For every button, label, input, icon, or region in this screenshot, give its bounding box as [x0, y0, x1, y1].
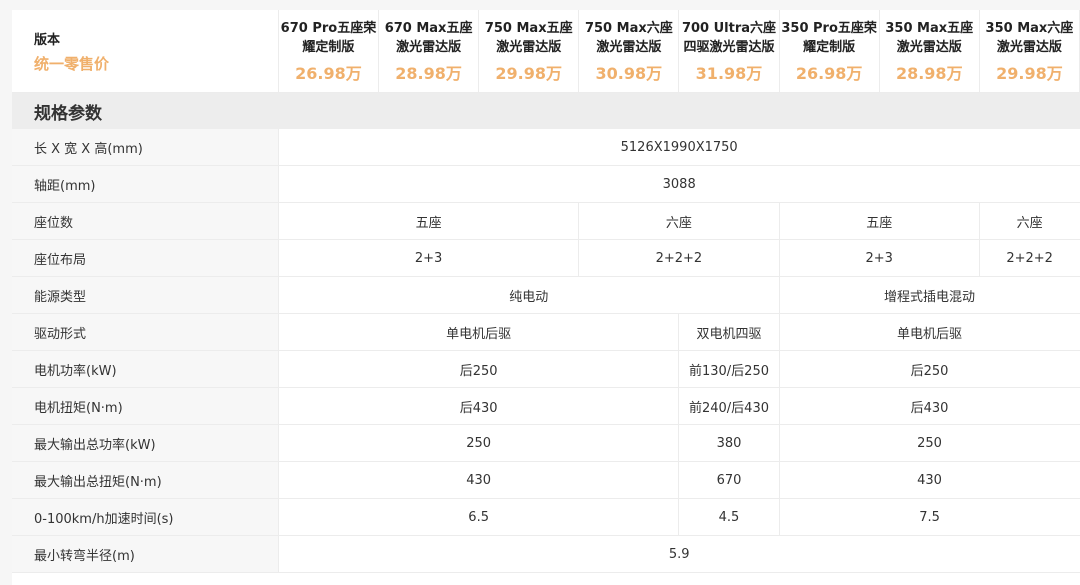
variant-header-2[interactable]: 750 Max五座激光雷达版 29.98万 [478, 10, 580, 93]
spec-row: 驱动形式 单电机后驱 双电机四驱 单电机后驱 [12, 313, 1080, 351]
spec-row: 电机扭矩(N·m) 后430 前240/后430 后430 [12, 387, 1080, 425]
spec-label: 电机功率(kW) [12, 350, 279, 388]
variant-header-4[interactable]: 700 Ultra六座四驱激光雷达版 31.98万 [678, 10, 780, 93]
spec-label: 驱动形式 [12, 313, 279, 351]
spec-row: 轴距(mm) 3088 [12, 165, 1080, 203]
spec-value: 六座 [578, 202, 780, 240]
variant-header-3[interactable]: 750 Max六座激光雷达版 30.98万 [578, 10, 680, 93]
spec-row: 0-100km/h加速时间(s) 6.5 4.5 7.5 [12, 498, 1080, 536]
spec-row: 座位布局 2+3 2+2+2 2+3 2+2+2 [12, 239, 1080, 277]
spec-value: 5126X1990X1750 [277, 129, 1080, 166]
spec-label: 能源类型 [12, 276, 279, 314]
spec-label: 轴距(mm) [12, 165, 279, 203]
variant-price: 28.98万 [895, 63, 963, 83]
spec-label: 电机扭矩(N·m) [12, 387, 279, 425]
spec-value: 单电机后驱 [277, 313, 679, 351]
version-label-cell: 版本 统一零售价 [12, 10, 279, 93]
spec-value: 后430 [277, 387, 679, 425]
spec-value: 3088 [277, 165, 1080, 203]
variant-name: 670 Max五座激光雷达版 [384, 20, 473, 55]
variant-name: 750 Max六座激光雷达版 [584, 20, 673, 55]
spec-value: 五座 [778, 202, 980, 240]
spec-value: 5.9 [277, 535, 1080, 573]
spec-value: 后250 [778, 350, 1080, 388]
variant-name: 750 Max五座激光雷达版 [484, 20, 573, 55]
variant-name: 350 Max五座激光雷达版 [885, 20, 974, 55]
variant-price: 26.98万 [795, 63, 863, 83]
spec-value: 增程式插电混动 [778, 276, 1080, 314]
variant-price: 28.98万 [395, 63, 462, 83]
variant-price: 29.98万 [495, 63, 563, 83]
spec-label: 0-100km/h加速时间(s) [12, 498, 279, 536]
spec-row: 最小转弯半径(m) 5.9 [12, 535, 1080, 573]
variant-price: 30.98万 [595, 63, 663, 83]
section-header-row: 规格参数 [12, 92, 1080, 129]
spec-value: 250 [277, 424, 679, 462]
spec-value: 430 [778, 461, 1080, 499]
variant-price: 26.98万 [295, 63, 362, 83]
spec-value: 六座 [978, 202, 1080, 240]
variant-header-1[interactable]: 670 Max五座激光雷达版 28.98万 [378, 10, 480, 93]
variant-header-0[interactable]: 670 Pro五座荣耀定制版 26.98万 [278, 10, 380, 93]
variant-price: 29.98万 [996, 63, 1063, 83]
spec-value: 670 [678, 461, 780, 499]
spec-value: 7.5 [778, 498, 1080, 536]
variant-name: 700 Ultra六座四驱激光雷达版 [681, 20, 777, 55]
spec-row: 能源类型 纯电动 增程式插电混动 [12, 276, 1080, 314]
spec-value: 前240/后430 [678, 387, 780, 425]
spec-label: 座位布局 [12, 239, 279, 277]
spec-value: 后430 [778, 387, 1080, 425]
spec-value: 4.5 [678, 498, 780, 536]
spec-row: 最大输出总扭矩(N·m) 430 670 430 [12, 461, 1080, 499]
spec-label: 最大输出总功率(kW) [12, 424, 279, 462]
spec-value: 250 [778, 424, 1080, 462]
version-header-row: 版本 统一零售价 670 Pro五座荣耀定制版 26.98万 670 Max五座激… [12, 10, 1080, 93]
spec-value: 双电机四驱 [678, 313, 780, 351]
version-label: 版本 [34, 32, 61, 48]
section-title: 规格参数 [12, 92, 1080, 129]
spec-row: 最大输出总功率(kW) 250 380 250 [12, 424, 1080, 462]
variant-price: 31.98万 [695, 63, 763, 83]
retail-price-label: 统一零售价 [34, 54, 110, 73]
spec-row: 电机功率(kW) 后250 前130/后250 后250 [12, 350, 1080, 388]
spec-label: 座位数 [12, 202, 279, 240]
variant-name: 350 Max六座激光雷达版 [985, 20, 1074, 55]
spec-label: 最小转弯半径(m) [12, 535, 279, 573]
spec-value: 单电机后驱 [778, 313, 1080, 351]
spec-value: 6.5 [277, 498, 679, 536]
variant-header-5[interactable]: 350 Pro五座荣耀定制版 26.98万 [779, 10, 880, 93]
spec-comparison-table: 版本 统一零售价 670 Pro五座荣耀定制版 26.98万 670 Max五座激… [12, 10, 1080, 585]
spec-value: 380 [678, 424, 780, 462]
spec-value: 2+3 [778, 239, 980, 277]
spec-value: 2+2+2 [978, 239, 1080, 277]
spec-value: 前130/后250 [678, 350, 780, 388]
spec-value: 后250 [277, 350, 679, 388]
spec-value: 2+2+2 [578, 239, 780, 277]
spec-row: 座位数 五座 六座 五座 六座 [12, 202, 1080, 240]
spec-value: 2+3 [277, 239, 579, 277]
spec-value: 五座 [277, 202, 579, 240]
variant-name: 350 Pro五座荣耀定制版 [781, 20, 877, 55]
spec-value: 纯电动 [277, 276, 780, 314]
spec-label: 最大输出总扭矩(N·m) [12, 461, 279, 499]
variant-header-7[interactable]: 350 Max六座激光雷达版 29.98万 [979, 10, 1080, 93]
variant-header-6[interactable]: 350 Max五座激光雷达版 28.98万 [879, 10, 980, 93]
variant-name: 670 Pro五座荣耀定制版 [280, 20, 377, 55]
spec-value: 430 [277, 461, 679, 499]
spec-label: 长 X 宽 X 高(mm) [12, 129, 279, 166]
spec-row: 长 X 宽 X 高(mm) 5126X1990X1750 [12, 129, 1080, 166]
